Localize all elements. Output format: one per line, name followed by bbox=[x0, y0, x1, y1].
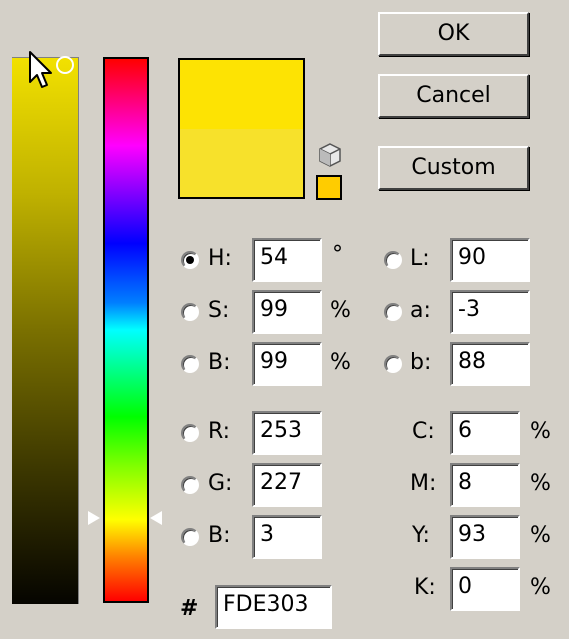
radio-hue[interactable] bbox=[181, 251, 199, 269]
red-field[interactable]: 253 bbox=[252, 411, 322, 455]
radio-brightness[interactable] bbox=[181, 355, 199, 373]
unit-black: % bbox=[530, 575, 551, 600]
label-yellow: Y: bbox=[412, 523, 430, 548]
label-black: K: bbox=[414, 575, 436, 600]
label-lab-b: b: bbox=[410, 350, 432, 375]
label-green: G: bbox=[208, 471, 233, 496]
radio-green[interactable] bbox=[181, 476, 199, 494]
cube-icon[interactable] bbox=[318, 142, 342, 168]
arrow-cursor-icon bbox=[29, 51, 52, 88]
unit-cyan: % bbox=[530, 419, 551, 444]
radio-lightness[interactable] bbox=[384, 251, 402, 269]
lab-b-field[interactable]: 88 bbox=[450, 342, 530, 386]
magenta-field[interactable]: 8 bbox=[450, 463, 520, 507]
new-color-swatch bbox=[180, 60, 303, 129]
color-field-picker-circle[interactable] bbox=[56, 56, 74, 74]
cancel-button[interactable]: Cancel bbox=[378, 74, 529, 118]
brightness-field[interactable]: 99 bbox=[252, 342, 322, 386]
unit-hue: ° bbox=[332, 242, 343, 267]
websafe-color-swatch[interactable] bbox=[316, 175, 342, 200]
slider-arrow-left-icon[interactable] bbox=[88, 511, 100, 525]
blue-field[interactable]: 3 bbox=[252, 515, 322, 559]
current-color-swatch[interactable] bbox=[180, 128, 303, 197]
label-hue: H: bbox=[208, 246, 232, 271]
hue-field[interactable]: 54 bbox=[252, 238, 322, 282]
label-lightness: L: bbox=[410, 246, 430, 271]
label-brightness: B: bbox=[208, 350, 231, 375]
unit-yellow: % bbox=[530, 523, 551, 548]
hue-slider[interactable] bbox=[103, 57, 149, 603]
custom-button[interactable]: Custom bbox=[378, 146, 529, 190]
unit-saturation: % bbox=[330, 298, 351, 323]
ok-button[interactable]: OK bbox=[378, 12, 529, 56]
lab-l-field[interactable]: 90 bbox=[450, 238, 530, 282]
cyan-field[interactable]: 6 bbox=[450, 411, 520, 455]
green-field[interactable]: 227 bbox=[252, 463, 322, 507]
radio-lab-b[interactable] bbox=[384, 355, 402, 373]
radio-red[interactable] bbox=[181, 424, 199, 442]
saturation-field[interactable]: 99 bbox=[252, 290, 322, 334]
label-hex: # bbox=[180, 596, 199, 621]
label-lab-a: a: bbox=[410, 298, 431, 323]
lab-a-field[interactable]: -3 bbox=[450, 290, 530, 334]
label-saturation: S: bbox=[208, 298, 230, 323]
radio-saturation[interactable] bbox=[181, 303, 199, 321]
label-red: R: bbox=[208, 419, 231, 444]
slider-arrow-right-icon[interactable] bbox=[150, 511, 162, 525]
label-blue: B: bbox=[208, 523, 231, 548]
unit-magenta: % bbox=[530, 471, 551, 496]
yellow-field[interactable]: 93 bbox=[450, 515, 520, 559]
color-preview bbox=[178, 58, 305, 199]
unit-brightness: % bbox=[330, 350, 351, 375]
black-field[interactable]: 0 bbox=[450, 567, 520, 611]
label-cyan: C: bbox=[412, 419, 435, 444]
color-field[interactable] bbox=[12, 57, 79, 604]
hex-field[interactable]: FDE303 bbox=[215, 585, 332, 629]
label-magenta: M: bbox=[410, 471, 437, 496]
radio-blue[interactable] bbox=[181, 528, 199, 546]
radio-lab-a[interactable] bbox=[384, 303, 402, 321]
